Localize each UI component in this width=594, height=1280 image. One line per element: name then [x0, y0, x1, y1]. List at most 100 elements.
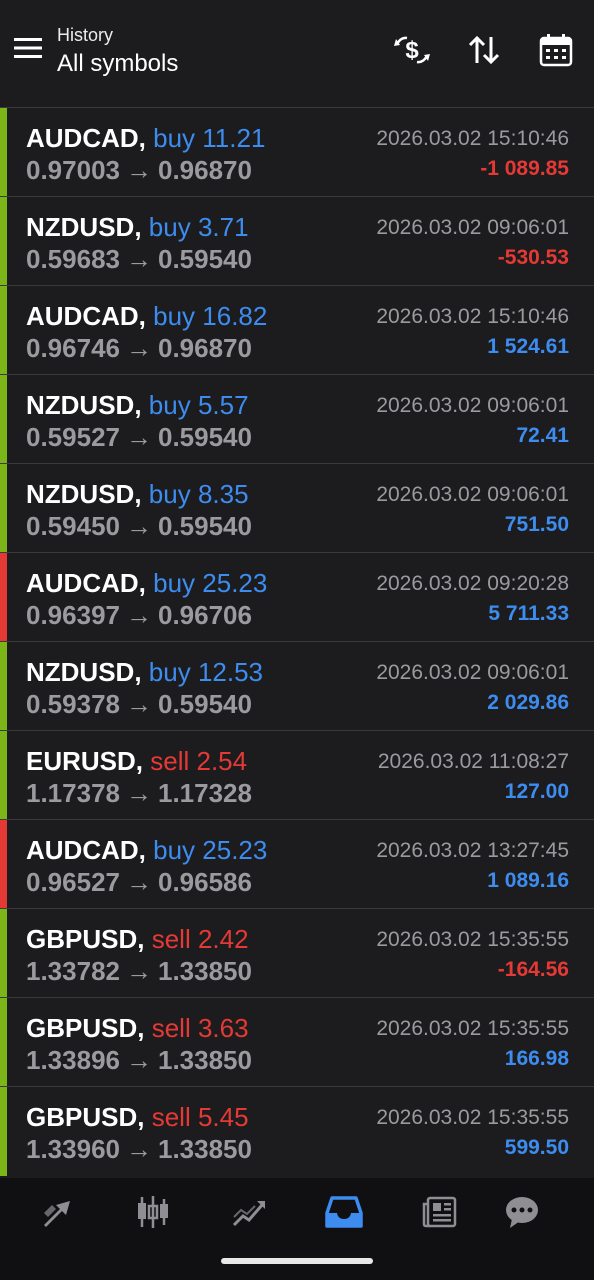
deal-side-volume: buy 25.23 [153, 568, 268, 598]
deal-profit: 1 524.61 [487, 335, 569, 358]
deal-row[interactable]: AUDCAD, buy 16.82 0.96746 → 0.96870 2026.03.… [0, 285, 594, 375]
deal-profit: -164.56 [497, 958, 569, 981]
deal-symbol: GBPUSD, [26, 1013, 145, 1043]
arrow-right-icon: → [125, 333, 152, 363]
deal-symbol: GBPUSD, [26, 1102, 145, 1132]
menu-icon [14, 38, 42, 58]
deal-row[interactable]: AUDCAD, buy 25.23 0.96397 → 0.96706 2026.03.… [0, 552, 594, 642]
deal-prices: 1.33960 → 1.33850 [26, 1133, 252, 1165]
calendar-icon [539, 34, 573, 67]
deal-profit: -530.53 [497, 246, 569, 269]
page-title[interactable]: All symbols [57, 48, 178, 80]
deal-row[interactable]: NZDUSD, buy 8.35 0.59450 → 0.59540 2026.03.0… [0, 463, 594, 553]
deal-row[interactable]: GBPUSD, sell 2.42 1.33782 → 1.33850 2026.03.… [0, 908, 594, 998]
deal-symbol: AUDCAD, [26, 123, 146, 153]
deal-side-volume: sell 5.45 [151, 1102, 249, 1132]
deal-status-bar [0, 1087, 7, 1176]
deal-title: NZDUSD, buy 12.53 [26, 656, 263, 688]
deal-side-volume: buy 25.23 [153, 835, 268, 865]
arrow-right-icon: → [125, 244, 152, 274]
deal-side-volume: buy 11.21 [153, 123, 266, 153]
close-price: 1.33850 [157, 1045, 252, 1075]
nav-news-button[interactable] [418, 1192, 462, 1232]
calendar-button[interactable] [534, 30, 578, 70]
open-price: 1.17378 [26, 778, 120, 808]
deal-profit: 1 089.16 [487, 869, 569, 892]
deal-title: AUDCAD, buy 16.82 [26, 300, 267, 332]
deal-time: 2026.03.02 13:27:45 [376, 839, 569, 862]
svg-text:$: $ [405, 37, 419, 64]
arrow-right-icon: → [125, 778, 152, 808]
news-icon [422, 1196, 457, 1228]
nav-history-button[interactable] [322, 1192, 366, 1232]
deal-side-volume: buy 5.57 [148, 390, 249, 420]
quotes-icon [44, 1201, 70, 1227]
trade-icon [232, 1201, 265, 1227]
deal-side-volume: sell 2.54 [150, 746, 248, 776]
close-price: 1.17328 [157, 778, 252, 808]
deal-symbol: NZDUSD, [26, 657, 142, 687]
sort-button[interactable] [462, 30, 506, 70]
deal-profit: 599.50 [504, 1136, 569, 1159]
page-subtitle: History [57, 25, 114, 45]
deal-status-bar [0, 464, 7, 553]
deal-symbol: AUDCAD, [26, 835, 146, 865]
deal-title: NZDUSD, buy 5.57 [26, 389, 249, 421]
deal-row[interactable]: AUDCAD, buy 11.21 0.97003 → 0.96870 2026.03.… [0, 107, 594, 197]
deal-time: 2026.03.02 11:08:27 [377, 750, 569, 773]
deal-time: 2026.03.02 15:10:46 [376, 305, 569, 328]
open-price: 0.97003 [26, 155, 120, 185]
deal-prices: 0.97003 → 0.96870 [26, 154, 252, 186]
deal-side-volume: sell 3.63 [151, 1013, 249, 1043]
arrow-right-icon: → [125, 1134, 152, 1164]
deal-row[interactable]: NZDUSD, buy 3.71 0.59683 → 0.59540 2026.03.0… [0, 196, 594, 286]
deal-row[interactable]: NZDUSD, buy 5.57 0.59527 → 0.59540 2026.03.0… [0, 374, 594, 464]
deal-profit: -1 089.85 [480, 157, 569, 180]
deal-time: 2026.03.02 09:06:01 [376, 661, 569, 684]
deal-time: 2026.03.02 15:10:46 [376, 127, 569, 150]
deal-symbol: EURUSD, [26, 746, 144, 776]
deal-status-bar [0, 108, 7, 197]
menu-button[interactable] [12, 30, 44, 66]
deal-row[interactable]: GBPUSD, sell 3.63 1.33896 → 1.33850 2026.03.… [0, 997, 594, 1087]
deal-prices: 1.33896 → 1.33850 [26, 1044, 252, 1076]
deal-row[interactable]: EURUSD, sell 2.54 1.17378 → 1.17328 2026.03.… [0, 730, 594, 820]
deal-status-bar [0, 286, 7, 375]
deal-row[interactable]: AUDCAD, buy 25.23 0.96527 → 0.96586 2026.03.… [0, 819, 594, 909]
history-deal-list[interactable]: AUDCAD, buy 11.21 0.97003 → 0.96870 2026.03.… [0, 107, 594, 1176]
deal-prices: 0.96397 → 0.96706 [26, 599, 252, 631]
close-price: 1.33850 [157, 1134, 252, 1164]
deal-symbol: NZDUSD, [26, 212, 142, 242]
home-indicator[interactable] [221, 1258, 373, 1264]
deal-row[interactable]: GBPUSD, sell 5.45 1.33960 → 1.33850 2026.03.… [0, 1086, 594, 1176]
arrow-right-icon: → [125, 422, 152, 452]
deal-status-bar [0, 553, 7, 642]
bottom-navigation [0, 1178, 594, 1246]
nav-chat-button[interactable] [500, 1192, 544, 1232]
close-price: 0.59540 [157, 511, 252, 541]
deal-title: NZDUSD, buy 8.35 [26, 478, 249, 510]
open-price: 1.33896 [26, 1045, 120, 1075]
deal-side-volume: buy 3.71 [148, 212, 249, 242]
deal-profit: 166.98 [504, 1047, 569, 1070]
open-price: 0.96397 [26, 600, 120, 630]
nav-chart-button[interactable] [131, 1192, 175, 1232]
deal-symbol: AUDCAD, [26, 568, 146, 598]
deal-time: 2026.03.02 15:35:55 [376, 1017, 569, 1040]
close-price: 0.96586 [157, 867, 252, 897]
deposit-withdrawal-button[interactable]: $ [390, 30, 434, 70]
nav-trade-button[interactable] [227, 1192, 271, 1232]
open-price: 0.96527 [26, 867, 120, 897]
nav-quotes-button[interactable] [36, 1192, 80, 1232]
deal-status-bar [0, 998, 7, 1087]
deal-symbol: NZDUSD, [26, 390, 142, 420]
deal-symbol: NZDUSD, [26, 479, 142, 509]
deal-profit: 2 029.86 [487, 691, 569, 714]
arrow-right-icon: → [125, 600, 152, 630]
arrow-right-icon: → [125, 689, 152, 719]
deal-status-bar [0, 820, 7, 909]
deal-row[interactable]: NZDUSD, buy 12.53 0.59378 → 0.59540 2026.03.… [0, 641, 594, 731]
deal-profit: 751.50 [504, 513, 569, 536]
deal-symbol: AUDCAD, [26, 301, 146, 331]
deal-profit: 127.00 [504, 780, 569, 803]
